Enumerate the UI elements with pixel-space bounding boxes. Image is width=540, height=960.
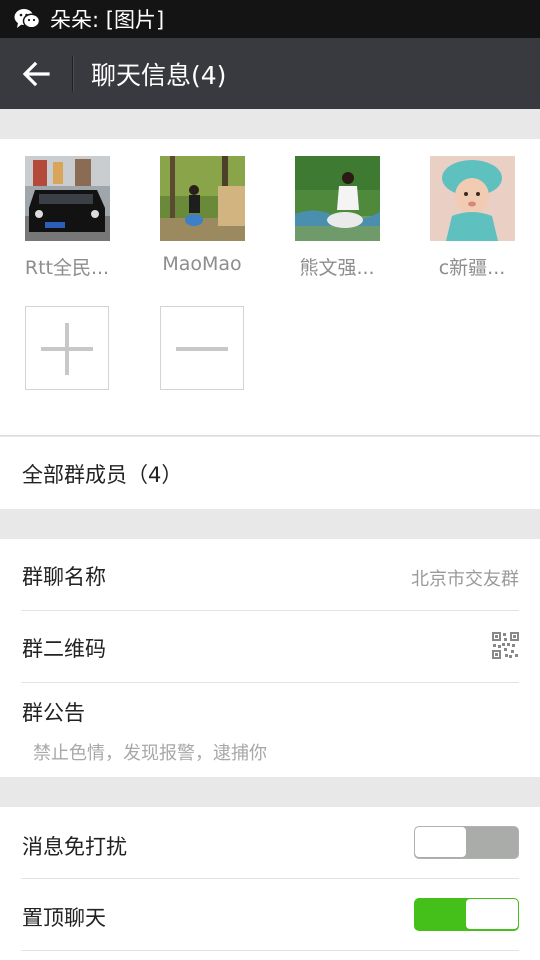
pin-chat-row: 置顶聊天 bbox=[0, 879, 540, 950]
member-name: MaoMao bbox=[162, 253, 242, 275]
member-name: 熊文强... bbox=[299, 257, 375, 279]
mute-row: 消息免打扰 bbox=[0, 807, 540, 878]
avatar bbox=[24, 156, 110, 241]
announcement-label: 群公告 bbox=[22, 701, 85, 725]
qr-code-icon bbox=[492, 632, 519, 659]
divider bbox=[21, 950, 519, 951]
remove-member-button[interactable] bbox=[160, 306, 244, 390]
member-item[interactable]: MaoMao bbox=[142, 156, 262, 275]
members-panel: Rtt全民... MaoMao 熊文强... c新疆... bbox=[0, 139, 540, 436]
group-name-label: 群聊名称 bbox=[22, 565, 106, 589]
mute-toggle[interactable] bbox=[414, 826, 519, 859]
group-settings-panel: 群聊名称 北京市交友群 群二维码 群公告 禁止色情，发现报警，逮捕你 bbox=[0, 539, 540, 777]
pin-chat-toggle[interactable] bbox=[414, 898, 519, 931]
member-item[interactable]: 熊文强... bbox=[277, 156, 397, 280]
status-bar: 朵朵: [图片] bbox=[0, 0, 540, 38]
back-arrow-icon bbox=[22, 61, 50, 86]
group-qr-row[interactable]: 群二维码 bbox=[0, 611, 540, 682]
announcement-text: 禁止色情，发现报警，逮捕你 bbox=[33, 743, 267, 764]
all-members-row[interactable]: 全部群成员（4） bbox=[0, 437, 540, 509]
avatar bbox=[294, 156, 380, 241]
divider bbox=[0, 435, 540, 436]
pin-chat-label: 置顶聊天 bbox=[22, 906, 106, 930]
announcement-row[interactable]: 群公告 禁止色情，发现报警，逮捕你 bbox=[0, 683, 540, 777]
group-name-row[interactable]: 群聊名称 北京市交友群 bbox=[0, 539, 540, 610]
group-name-value: 北京市交友群 bbox=[411, 569, 519, 590]
avatar bbox=[429, 156, 515, 241]
member-name: c新疆... bbox=[438, 257, 506, 279]
member-name: Rtt全民... bbox=[24, 257, 110, 279]
wechat-icon bbox=[14, 8, 41, 30]
add-member-button[interactable] bbox=[25, 306, 109, 390]
all-members-label: 全部群成员（4） bbox=[22, 463, 183, 487]
title-divider bbox=[72, 55, 73, 92]
back-button[interactable] bbox=[0, 38, 72, 109]
notification-text: 朵朵: [图片] bbox=[50, 8, 165, 32]
page-title: 聊天信息(4) bbox=[91, 60, 227, 90]
toggle-knob bbox=[415, 827, 466, 857]
toggle-knob bbox=[466, 899, 518, 929]
avatar bbox=[159, 156, 245, 241]
mute-label: 消息免打扰 bbox=[22, 835, 127, 859]
chat-settings-panel: 消息免打扰 置顶聊天 bbox=[0, 807, 540, 960]
title-bar: 聊天信息(4) bbox=[0, 38, 540, 109]
group-qr-label: 群二维码 bbox=[22, 637, 106, 661]
member-item[interactable]: Rtt全民... bbox=[7, 156, 127, 280]
member-item[interactable]: c新疆... bbox=[412, 156, 532, 280]
